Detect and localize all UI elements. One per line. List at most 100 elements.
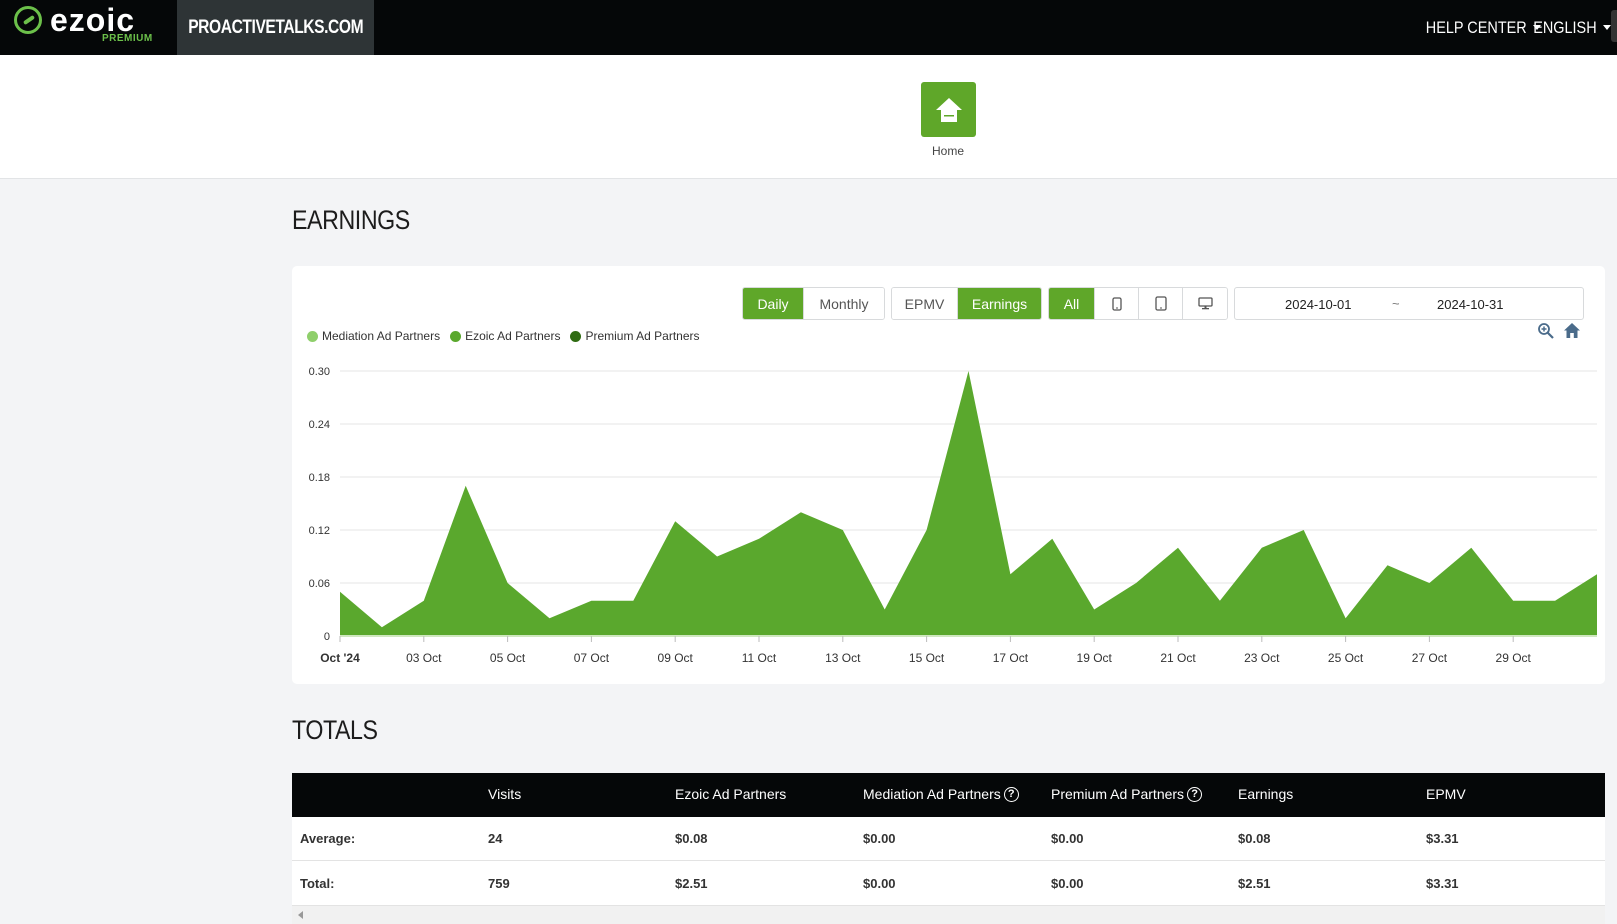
x-tick-label: 21 Oct: [1160, 651, 1196, 665]
cell-premium: $0.00: [1051, 876, 1084, 891]
column-header-mediation: Mediation Ad Partners ?: [863, 786, 1019, 802]
legend-dot: [570, 330, 582, 342]
desktop-button[interactable]: [1183, 288, 1227, 319]
totals-title: TOTALS: [292, 715, 378, 745]
top-navigation-bar: ezoic PREMIUM PROACTIVETALKS.COM HELP CE…: [0, 0, 1617, 55]
row-label: Total:: [300, 876, 335, 891]
table-row: Average: 24 $0.08 $0.00 $0.00 $0.08 $3.3…: [292, 817, 1605, 861]
column-header-epmv: EPMV: [1426, 786, 1466, 802]
home-label: Home: [931, 144, 964, 158]
legend-dot: [450, 330, 462, 342]
chart-tools: [1537, 322, 1587, 342]
row-label: Average:: [300, 831, 356, 846]
cell-epmv: $3.31: [1426, 831, 1459, 846]
x-tick-label: Oct '24: [320, 651, 360, 665]
device-toggle: All: [1048, 287, 1228, 320]
help-icon[interactable]: ?: [1003, 786, 1019, 802]
column-header-visits: Visits: [488, 786, 522, 802]
period-toggle: Daily Monthly: [742, 287, 885, 320]
legend-label: Mediation Ad Partners: [322, 329, 441, 343]
chevron-down-icon: [1602, 25, 1611, 30]
site-selector[interactable]: PROACTIVETALKS.COM: [177, 0, 374, 55]
help-center-label: HELP CENTER: [1425, 17, 1527, 37]
legend-item-mediation[interactable]: Mediation Ad Partners: [307, 329, 440, 343]
x-tick-label: 07 Oct: [574, 651, 610, 665]
ezoic-logo-mark-icon: [14, 6, 42, 34]
x-tick-label: 13 Oct: [825, 651, 861, 665]
language-menu[interactable]: ENGLISH: [1522, 0, 1611, 55]
site-name: PROACTIVETALKS.COM: [188, 16, 363, 38]
x-tick-label: 29 Oct: [1496, 651, 1532, 665]
x-tick-label: 05 Oct: [490, 651, 526, 665]
x-tick-label: 11 Oct: [742, 651, 777, 665]
x-tick-label: 25 Oct: [1328, 651, 1364, 665]
y-tick-label: 0.30: [309, 366, 330, 378]
start-date: 2024-10-01: [1285, 297, 1352, 312]
x-tick-label: 23 Oct: [1244, 651, 1280, 665]
column-header-earnings: Earnings: [1238, 786, 1294, 802]
cell-visits: 24: [488, 831, 503, 846]
legend-label: Premium Ad Partners: [585, 329, 700, 343]
table-header: Visits Ezoic Ad Partners Mediation Ad Pa…: [292, 773, 1605, 817]
cell-premium: $0.00: [1051, 831, 1084, 846]
daily-button[interactable]: Daily: [743, 288, 804, 319]
y-tick-label: 0.06: [309, 578, 330, 590]
column-header-ezoic: Ezoic Ad Partners: [675, 786, 787, 802]
language-label: ENGLISH: [1533, 17, 1597, 37]
y-tick-label: 0.12: [309, 525, 330, 537]
cell-visits: 759: [488, 876, 510, 891]
home-toolbar: Home: [0, 55, 1617, 179]
x-tick-label: 19 Oct: [1077, 651, 1113, 665]
reset-zoom-home-icon[interactable]: [1563, 322, 1581, 339]
end-date: 2024-10-31: [1437, 297, 1504, 312]
epmv-button[interactable]: EPMV: [892, 288, 958, 319]
date-separator: ~: [1392, 296, 1400, 311]
legend-item-premium[interactable]: Premium Ad Partners: [570, 329, 700, 343]
all-devices-button[interactable]: All: [1049, 288, 1095, 319]
mobile-icon: [1111, 296, 1122, 311]
column-header-label: Premium Ad Partners: [1051, 786, 1185, 802]
home-button[interactable]: [921, 82, 976, 137]
horizontal-scrollbar[interactable]: [292, 906, 1605, 924]
x-tick-label: 15 Oct: [909, 651, 945, 665]
desktop-icon: [1197, 297, 1213, 310]
mobile-button[interactable]: [1095, 288, 1139, 319]
monthly-button[interactable]: Monthly: [804, 288, 884, 319]
y-tick-label: 0: [324, 631, 330, 643]
ezoic-logo[interactable]: ezoic PREMIUM: [12, 2, 172, 50]
x-tick-label: 03 Oct: [406, 651, 442, 665]
cell-ezoic: $2.51: [675, 876, 708, 891]
help-icon[interactable]: ?: [1187, 786, 1203, 802]
totals-table: Visits Ezoic Ad Partners Mediation Ad Pa…: [292, 773, 1605, 924]
logo-subtitle: PREMIUM: [102, 33, 153, 44]
y-tick-label: 0.24: [309, 419, 330, 431]
table-row: Total: 759 $2.51 $0.00 $0.00 $2.51 $3.31: [292, 862, 1605, 906]
earnings-button[interactable]: Earnings: [958, 288, 1041, 319]
column-header-premium: Premium Ad Partners ?: [1051, 786, 1203, 802]
home-icon: [935, 97, 962, 122]
series-area-ezoic: [340, 371, 1597, 636]
x-tick-label: 09 Oct: [658, 651, 694, 665]
earnings-title: EARNINGS: [292, 205, 410, 235]
column-header-label: Mediation Ad Partners: [863, 786, 1001, 802]
y-tick-label: 0.18: [309, 472, 330, 484]
date-range-picker[interactable]: 2024-10-01 ~ 2024-10-31: [1234, 287, 1584, 320]
chart-legend: Mediation Ad Partners Ezoic Ad Partners …: [307, 327, 710, 345]
cell-earnings: $2.51: [1238, 876, 1271, 891]
cell-epmv: $3.31: [1426, 876, 1459, 891]
legend-label: Ezoic Ad Partners: [465, 329, 561, 343]
tablet-icon: [1154, 296, 1167, 311]
legend-dot: [307, 330, 318, 342]
side-panel-tab[interactable]: [1611, 10, 1617, 42]
legend-item-ezoic[interactable]: Ezoic Ad Partners: [450, 329, 560, 343]
cell-earnings: $0.08: [1238, 831, 1271, 846]
help-center-menu[interactable]: HELP CENTER: [1408, 0, 1541, 55]
x-tick-label: 17 Oct: [993, 651, 1029, 665]
zoom-icon[interactable]: [1537, 322, 1555, 340]
cell-ezoic: $0.08: [675, 831, 708, 846]
scroll-left-arrow-icon[interactable]: [298, 911, 303, 919]
earnings-area-chart[interactable]: 0 0.06 0.12 0.18 0.24 0.30 Oct '24 03 Oct 05 Oct…: [292, 350, 1605, 672]
tablet-button[interactable]: [1139, 288, 1183, 319]
cell-mediation: $0.00: [863, 831, 896, 846]
cell-mediation: $0.00: [863, 876, 896, 891]
